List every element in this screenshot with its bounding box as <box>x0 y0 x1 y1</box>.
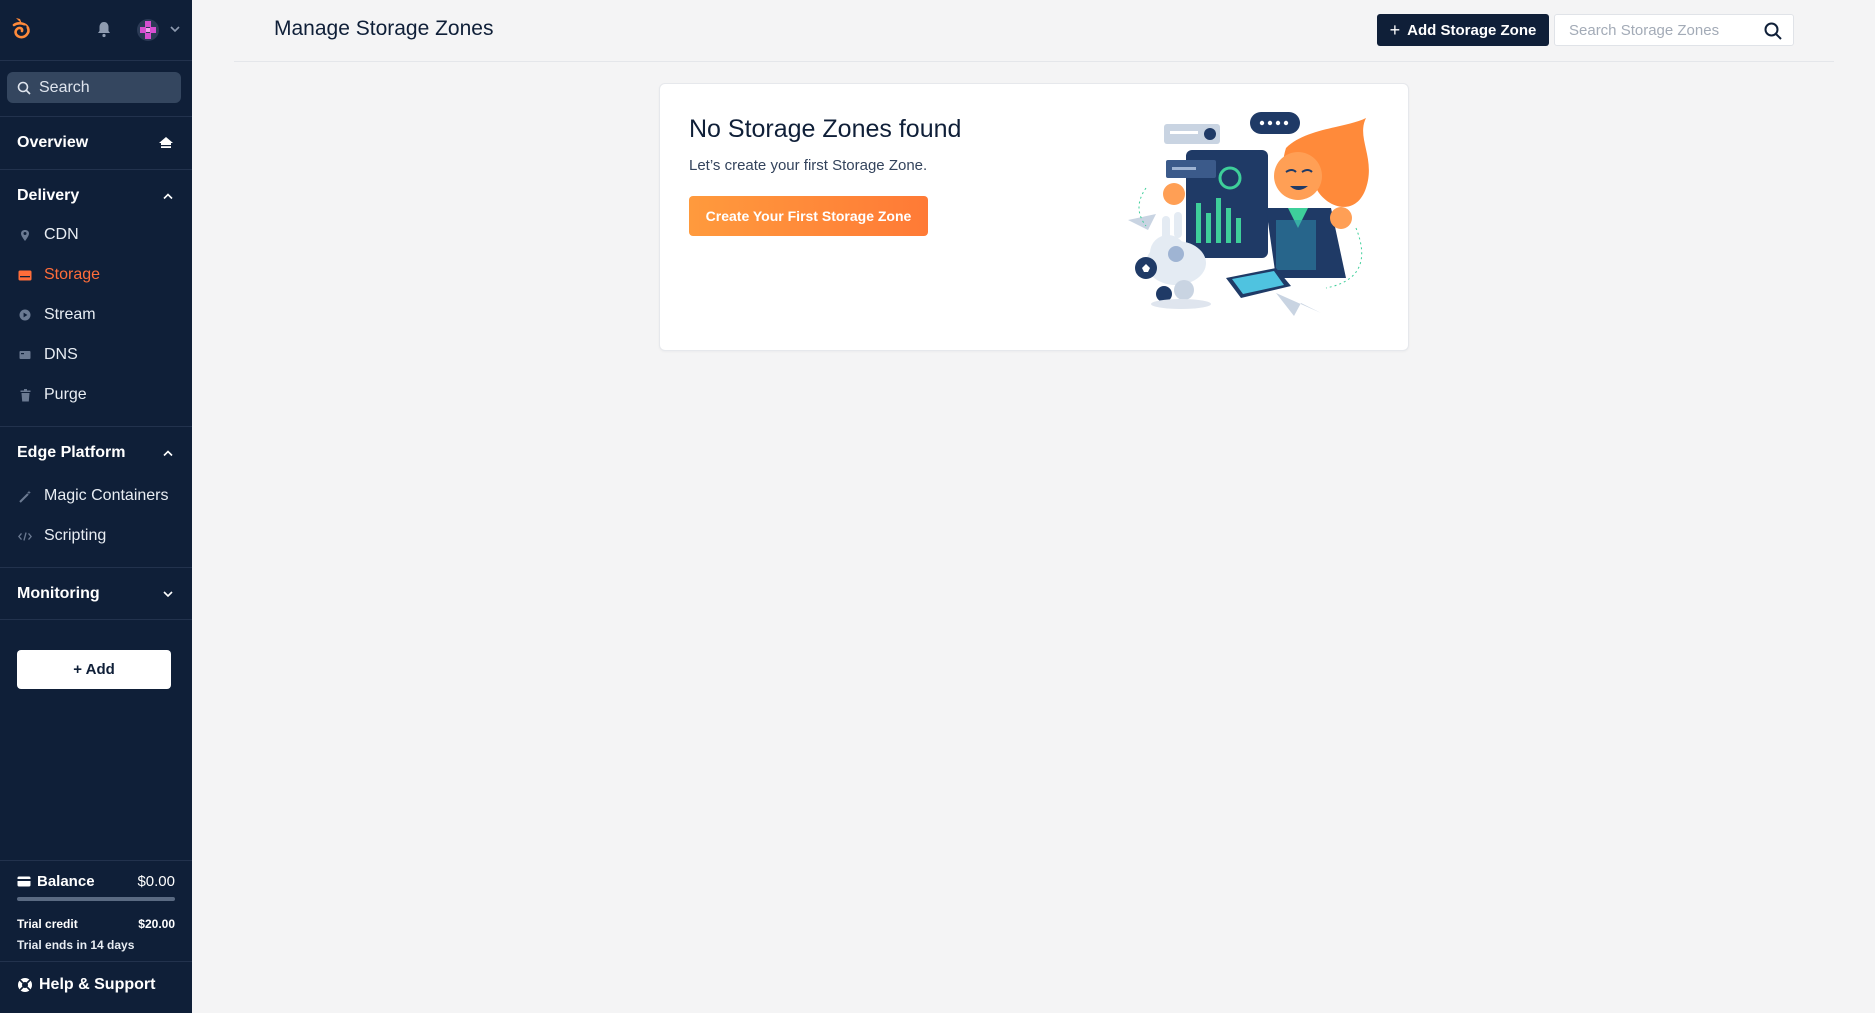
create-first-storage-zone-button[interactable]: Create Your First Storage Zone <box>689 196 928 236</box>
sidebar-section-edge-platform[interactable]: Edge Platform <box>0 427 192 479</box>
search-input[interactable] <box>1555 15 1755 45</box>
lifebuoy-icon <box>18 978 32 992</box>
add-button[interactable]: + Add <box>17 650 171 689</box>
sidebar-divider <box>0 619 192 620</box>
sidebar-item-label: DNS <box>44 346 78 363</box>
empty-state-card: No Storage Zones found Let’s create your… <box>659 83 1409 351</box>
plus-icon: + <box>1389 20 1401 40</box>
trial-ends-text: Trial ends in 14 days <box>17 938 135 952</box>
sidebar-section-monitoring[interactable]: Monitoring <box>0 568 192 620</box>
avatar-icon[interactable] <box>136 18 160 42</box>
chevron-down-icon[interactable] <box>169 24 181 34</box>
sidebar-item-label: Purge <box>44 386 87 403</box>
sidebar-item-label: Scripting <box>44 527 107 544</box>
delivery-section-label: Delivery <box>17 187 80 204</box>
sidebar-item-storage[interactable]: Storage <box>0 257 192 293</box>
sidebar-item-magic-containers[interactable]: Magic Containers <box>0 478 192 514</box>
code-icon <box>18 529 32 543</box>
sidebar-top <box>0 0 192 61</box>
sidebar-search[interactable]: Search <box>7 72 181 103</box>
balance-progress <box>17 897 175 901</box>
trial-credit-value: $20.00 <box>138 917 175 931</box>
sidebar: Search Overview Delivery CDN Storage Str <box>0 0 192 1013</box>
sidebar-item-cdn[interactable]: CDN <box>0 217 192 253</box>
play-icon <box>18 308 32 322</box>
map-pin-icon <box>18 228 32 242</box>
help-support-link[interactable]: Help & Support <box>17 976 155 994</box>
add-storage-zone-button[interactable]: + Add Storage Zone <box>1377 14 1549 46</box>
sidebar-search-label: Search <box>39 78 90 96</box>
sidebar-item-label: Magic Containers <box>44 487 169 504</box>
balance-panel: Balance $0.00 Trial credit $20.00 Trial … <box>0 860 192 962</box>
sidebar-item-dns[interactable]: DNS <box>0 337 192 373</box>
sidebar-section-delivery[interactable]: Delivery <box>0 170 192 222</box>
storage-zone-search <box>1554 14 1794 46</box>
sidebar-item-purge[interactable]: Purge <box>0 377 192 413</box>
credit-card-icon <box>17 876 31 887</box>
empty-state-title: No Storage Zones found <box>689 115 962 143</box>
sidebar-item-stream[interactable]: Stream <box>0 297 192 333</box>
add-storage-zone-label: Add Storage Zone <box>1407 21 1537 39</box>
sidebar-item-label: Storage <box>44 266 101 283</box>
overview-label: Overview <box>17 134 89 151</box>
chevron-up-icon <box>163 450 173 457</box>
storage-illustration <box>1128 112 1369 316</box>
trash-icon <box>18 388 32 402</box>
search-icon[interactable] <box>1763 21 1783 41</box>
chevron-down-icon <box>163 591 173 598</box>
empty-state-subtitle: Let’s create your first Storage Zone. <box>689 157 928 174</box>
help-support-label: Help & Support <box>39 976 156 993</box>
edge-section-label: Edge Platform <box>17 444 126 461</box>
monitoring-section-label: Monitoring <box>17 585 100 602</box>
sidebar-item-overview[interactable]: Overview <box>0 117 192 169</box>
search-icon <box>17 81 31 95</box>
balance-value: $0.00 <box>137 873 175 890</box>
page-title: Manage Storage Zones <box>274 17 494 40</box>
page-header: Manage Storage Zones + Add Storage Zone <box>234 0 1834 62</box>
bell-icon[interactable] <box>96 20 112 38</box>
balance-label: Balance <box>37 873 95 890</box>
home-icon <box>159 137 173 148</box>
sidebar-item-label: CDN <box>44 226 79 243</box>
sidebar-item-scripting[interactable]: Scripting <box>0 518 192 554</box>
sidebar-item-label: Stream <box>44 306 96 323</box>
storage-icon <box>18 268 32 282</box>
bunny-logo-icon[interactable] <box>10 16 34 42</box>
dns-icon <box>18 348 32 362</box>
trial-credit-label: Trial credit <box>17 917 78 931</box>
chevron-up-icon <box>163 193 173 200</box>
magic-wand-icon <box>18 489 32 503</box>
